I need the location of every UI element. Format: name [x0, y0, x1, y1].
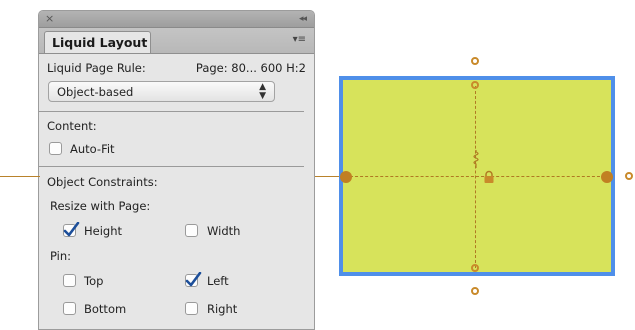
- panel-titlebar[interactable]: × ◂◂: [39, 11, 314, 28]
- pin-right-checkbox[interactable]: [185, 302, 198, 315]
- left-pin-handle[interactable]: [340, 171, 352, 183]
- divider: [39, 111, 304, 112]
- pin-bottom-checkbox[interactable]: [63, 302, 76, 315]
- tab-liquid-layout[interactable]: Liquid Layout: [44, 31, 151, 53]
- divider: [39, 166, 304, 167]
- auto-fit-label: Auto-Fit: [70, 142, 115, 156]
- panel-menu-icon[interactable]: ▾≡: [293, 33, 306, 47]
- bottom-outer-handle[interactable]: [471, 287, 479, 295]
- collapse-panel-icon[interactable]: ◂◂: [299, 12, 307, 26]
- object-constraints-label: Object Constraints:: [47, 175, 158, 189]
- pin-bottom-label: Bottom: [84, 302, 127, 316]
- vertical-constraint-line: [475, 86, 476, 268]
- pin-top-label: Top: [84, 274, 104, 288]
- pin-label: Pin:: [50, 249, 72, 263]
- liquid-page-rule-dropdown[interactable]: Object-based ▲ ▼: [48, 81, 275, 102]
- right-edge-handle[interactable]: [601, 171, 613, 183]
- auto-fit-checkbox[interactable]: [49, 142, 62, 155]
- resize-with-page-label: Resize with Page:: [50, 199, 151, 213]
- horizontal-constraint-line: [350, 176, 605, 177]
- panel-body: Liquid Page Rule: Page: 80... 600 H:2 Ob…: [39, 54, 314, 329]
- height-checkbox[interactable]: [63, 222, 80, 237]
- dropdown-selected-value: Object-based: [57, 85, 134, 99]
- checkmark-icon: [63, 222, 80, 237]
- liquid-layout-panel: × ◂◂ Liquid Layout ▾≡ Liquid Page Rule: …: [38, 10, 315, 330]
- width-label: Width: [207, 224, 241, 238]
- horizontal-guide-left: [0, 176, 40, 177]
- spring-icon: [473, 150, 479, 168]
- top-edge-handle[interactable]: [471, 81, 479, 89]
- pin-top-checkbox[interactable]: [63, 274, 76, 287]
- top-outer-handle[interactable]: [471, 57, 479, 65]
- width-checkbox[interactable]: [185, 224, 198, 237]
- liquid-page-rule-value: Page: 80... 600 H:2: [195, 61, 306, 75]
- checkmark-icon: [185, 272, 202, 287]
- pin-left-checkbox[interactable]: [185, 272, 202, 287]
- right-outer-handle[interactable]: [625, 172, 633, 180]
- lock-icon: [484, 170, 494, 183]
- height-label: Height: [84, 224, 123, 238]
- bottom-edge-handle[interactable]: [471, 264, 479, 272]
- liquid-page-rule-label: Liquid Page Rule:: [47, 61, 146, 75]
- panel-tab-row: Liquid Layout ▾≡: [39, 28, 314, 54]
- pin-right-label: Right: [207, 302, 238, 316]
- close-icon[interactable]: ×: [45, 12, 54, 26]
- content-section-label: Content:: [47, 119, 97, 133]
- pin-left-label: Left: [207, 274, 229, 288]
- updown-arrows-icon: ▲ ▼: [259, 82, 266, 101]
